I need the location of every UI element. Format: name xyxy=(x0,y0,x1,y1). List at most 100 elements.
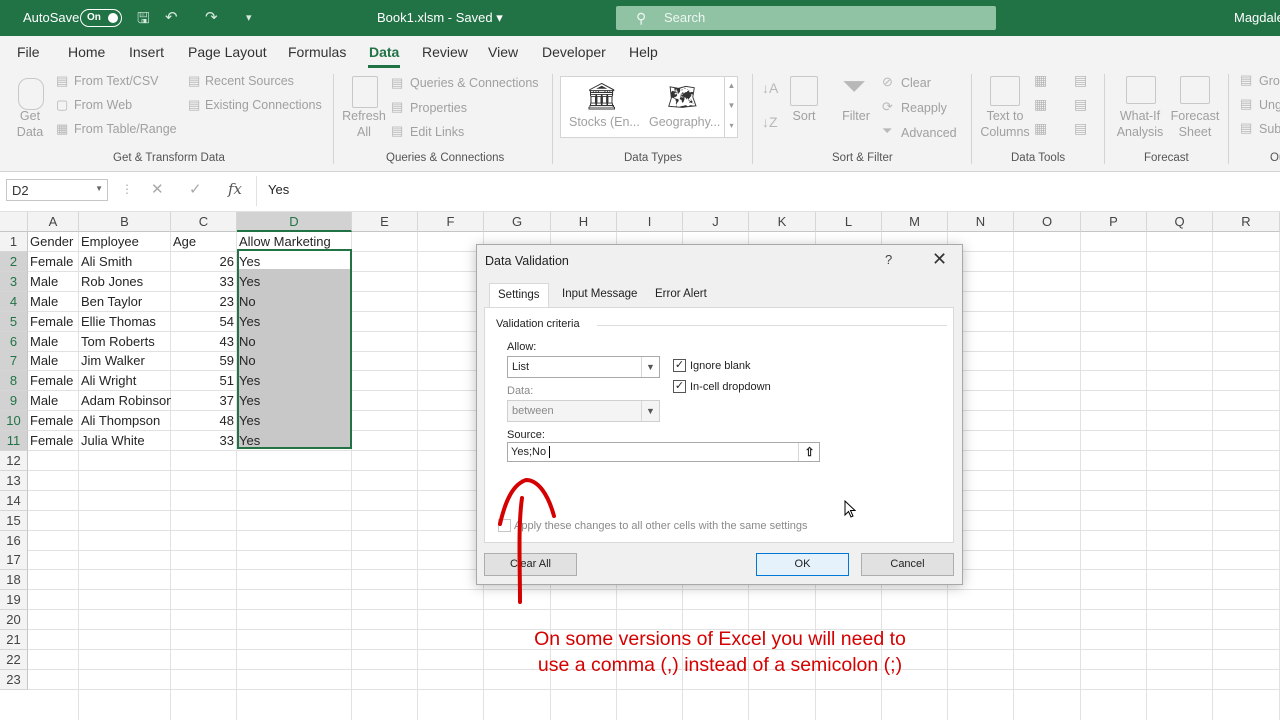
column-header-h[interactable]: H xyxy=(551,212,617,232)
flash-fill-icon[interactable]: ▦ xyxy=(1034,72,1047,89)
tab-insert[interactable]: Insert xyxy=(129,44,164,60)
cell-a9[interactable]: Male xyxy=(28,391,79,411)
cell-c3[interactable]: 33 xyxy=(171,272,237,292)
autosave-toggle[interactable]: On xyxy=(80,9,122,27)
ungroup-button[interactable]: Ung xyxy=(1259,98,1280,112)
properties-button[interactable]: Properties xyxy=(410,101,467,115)
source-input[interactable]: Yes;No ⇧ xyxy=(507,442,820,462)
row-header-5[interactable]: 5 xyxy=(0,311,28,332)
cell-c6[interactable]: 43 xyxy=(171,332,237,352)
tab-help[interactable]: Help xyxy=(629,44,658,60)
redo-icon[interactable]: ↷ xyxy=(205,8,218,26)
column-header-r[interactable]: R xyxy=(1213,212,1280,232)
cell-d9[interactable]: Yes xyxy=(237,391,352,411)
tab-file[interactable]: File xyxy=(17,44,40,60)
row-header-14[interactable]: 14 xyxy=(0,490,28,511)
cell-b3[interactable]: Rob Jones xyxy=(79,272,171,292)
column-header-g[interactable]: G xyxy=(484,212,551,232)
cell-d1[interactable]: Allow Marketing xyxy=(237,232,352,252)
data-model-icon[interactable]: ▤ xyxy=(1074,120,1087,137)
cell-b5[interactable]: Ellie Thomas xyxy=(79,312,171,332)
cell-b2[interactable]: Ali Smith xyxy=(79,252,171,272)
row-header-2[interactable]: 2 xyxy=(0,251,28,272)
cell-c2[interactable]: 26 xyxy=(171,252,237,272)
column-header-m[interactable]: M xyxy=(882,212,948,232)
insert-function-icon[interactable]: fx xyxy=(228,180,242,198)
cell-d7[interactable]: No xyxy=(237,351,352,371)
select-all-corner[interactable] xyxy=(0,212,28,232)
gallery-scroll[interactable]: ▲ ▼ ▾ xyxy=(724,76,738,138)
column-header-a[interactable]: A xyxy=(28,212,79,232)
clear-button[interactable]: Clear xyxy=(901,76,931,90)
tab-view[interactable]: View xyxy=(488,44,518,60)
text-to-columns-button[interactable]: Text to Columns xyxy=(976,108,1034,140)
column-header-j[interactable]: J xyxy=(683,212,749,232)
cell-d4[interactable]: No xyxy=(237,292,352,312)
cell-b9[interactable]: Adam Robinson xyxy=(79,391,171,411)
what-if-analysis-button[interactable]: What-If Analysis xyxy=(1110,108,1170,140)
cell-d5[interactable]: Yes xyxy=(237,312,352,332)
column-header-c[interactable]: C xyxy=(171,212,237,232)
row-header-19[interactable]: 19 xyxy=(0,590,28,611)
row-header-11[interactable]: 11 xyxy=(0,431,28,451)
sort-button[interactable]: Sort xyxy=(786,108,822,124)
cell-c4[interactable]: 23 xyxy=(171,292,237,312)
search-box[interactable]: ⚲ Search xyxy=(616,6,996,30)
relationships-icon[interactable]: ▤ xyxy=(1074,96,1087,113)
cell-a1[interactable]: Gender xyxy=(28,232,79,252)
subtotal-button[interactable]: Sub xyxy=(1259,122,1280,136)
row-header-3[interactable]: 3 xyxy=(0,271,28,292)
cell-a8[interactable]: Female xyxy=(28,371,79,391)
cell-d3[interactable]: Yes xyxy=(237,272,352,292)
remove-duplicates-icon[interactable]: ▦ xyxy=(1034,96,1047,113)
row-header-18[interactable]: 18 xyxy=(0,570,28,591)
column-header-n[interactable]: N xyxy=(948,212,1014,232)
column-header-p[interactable]: P xyxy=(1081,212,1147,232)
row-header-17[interactable]: 17 xyxy=(0,550,28,571)
cell-a7[interactable]: Male xyxy=(28,351,79,371)
tab-data[interactable]: Data xyxy=(369,44,399,60)
recent-sources-button[interactable]: Recent Sources xyxy=(205,74,294,88)
cell-a3[interactable]: Male xyxy=(28,272,79,292)
sort-za-icon[interactable]: ↓Z xyxy=(762,114,778,130)
save-icon[interactable]: 🖫 xyxy=(137,8,150,33)
row-header-21[interactable]: 21 xyxy=(0,630,28,650)
row-header-10[interactable]: 10 xyxy=(0,411,28,432)
cancel-icon[interactable]: ✕ xyxy=(151,180,164,198)
cell-d6[interactable]: No xyxy=(237,332,352,352)
row-header-9[interactable]: 9 xyxy=(0,391,28,412)
in-cell-dropdown-checkbox[interactable]: ✓ xyxy=(673,380,686,393)
get-data-button[interactable]: Get Data xyxy=(6,108,54,140)
edit-links-button[interactable]: Edit Links xyxy=(410,125,464,139)
advanced-button[interactable]: Advanced xyxy=(901,126,957,140)
cell-a5[interactable]: Female xyxy=(28,312,79,332)
cell-a10[interactable]: Female xyxy=(28,411,79,431)
column-header-b[interactable]: B xyxy=(79,212,171,232)
close-button[interactable]: ✕ xyxy=(932,249,947,270)
ok-button[interactable]: OK xyxy=(756,553,849,576)
row-header-22[interactable]: 22 xyxy=(0,649,28,670)
formula-input[interactable]: Yes xyxy=(268,182,289,197)
from-table-range-button[interactable]: From Table/Range xyxy=(74,122,177,136)
consolidate-icon[interactable]: ▤ xyxy=(1074,72,1087,89)
stocks-button[interactable]: Stocks (En... xyxy=(569,115,640,129)
tab-input-message[interactable]: Input Message xyxy=(554,283,645,307)
cell-b6[interactable]: Tom Roberts xyxy=(79,332,171,352)
geography-button[interactable]: Geography... xyxy=(649,115,720,129)
queries-connections-button[interactable]: Queries & Connections xyxy=(410,76,539,90)
cell-c7[interactable]: 59 xyxy=(171,351,237,371)
cell-b11[interactable]: Julia White xyxy=(79,431,171,451)
help-button[interactable]: ? xyxy=(885,252,892,267)
cell-a6[interactable]: Male xyxy=(28,332,79,352)
row-header-8[interactable]: 8 xyxy=(0,371,28,392)
column-header-q[interactable]: Q xyxy=(1147,212,1213,232)
cell-c1[interactable]: Age xyxy=(171,232,237,252)
row-header-4[interactable]: 4 xyxy=(0,291,28,312)
existing-connections-button[interactable]: Existing Connections xyxy=(205,98,322,112)
document-title[interactable]: Book1.xlsm - Saved ▾ xyxy=(377,10,503,26)
tab-settings[interactable]: Settings xyxy=(489,283,549,307)
row-header-6[interactable]: 6 xyxy=(0,331,28,352)
tab-page-layout[interactable]: Page Layout xyxy=(188,44,267,60)
cell-b1[interactable]: Employee xyxy=(79,232,171,252)
cell-b4[interactable]: Ben Taylor xyxy=(79,292,171,312)
